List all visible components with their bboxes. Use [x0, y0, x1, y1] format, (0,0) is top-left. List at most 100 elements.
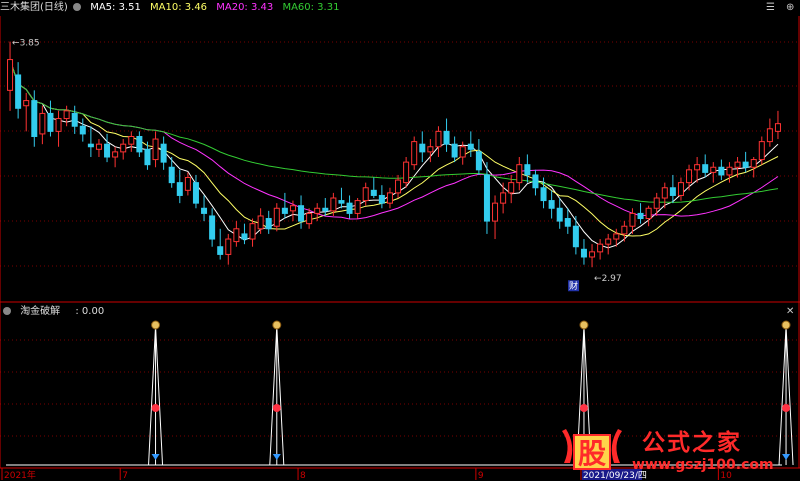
blue-diamond-icon [151, 454, 160, 460]
candle-body [87, 143, 94, 148]
blue-diamond-icon [272, 454, 281, 460]
indicator-name[interactable]: 淘金破解 [20, 306, 60, 317]
candle-body [564, 218, 571, 227]
candle-body [386, 192, 393, 204]
candle [15, 62, 22, 119]
main-chart-header: 三木集团(日线) MA5: 3.51 MA10: 3.46 MA20: 3.43… [0, 1, 345, 15]
indicator-header: 淘金破解 : 0.00 [0, 305, 110, 319]
candle-body [645, 207, 652, 220]
candle-body [669, 187, 676, 196]
low-price-label: ←2.97 [594, 274, 622, 284]
candle [653, 192, 660, 216]
candle-body [524, 164, 531, 176]
gold-ingot-icon [151, 320, 161, 330]
candle-body [483, 174, 490, 222]
candle [750, 157, 757, 178]
candle-body [467, 143, 474, 150]
candle-body [718, 166, 725, 176]
candle [492, 195, 499, 240]
candle-body [637, 212, 644, 220]
candle-body [289, 205, 296, 212]
watermark-url: www.gszj100.com [632, 457, 774, 473]
candle [39, 105, 46, 145]
red-gem-icon [782, 404, 791, 412]
candle [694, 157, 701, 183]
chart-grid [0, 16, 800, 469]
candle-body [475, 151, 482, 171]
gold-ingot-icon [272, 320, 282, 330]
chart-menu-icon[interactable]: ☰ [766, 2, 775, 13]
candle-body [686, 169, 693, 184]
candle-body [694, 164, 701, 171]
candle [23, 92, 30, 132]
candle-body [346, 202, 353, 214]
x-tick-label: 8 [300, 471, 306, 481]
ma60-readout: MA60: 3.31 [282, 2, 340, 13]
candle [55, 110, 62, 147]
candle [580, 239, 587, 265]
ma5-line [9, 59, 779, 249]
candle-body [241, 233, 248, 240]
candle [71, 105, 78, 134]
candle-body [540, 187, 547, 202]
maximize-icon[interactable]: ⊕ [786, 2, 794, 13]
candle-body [136, 135, 143, 153]
candle-body [104, 143, 111, 158]
candle [120, 139, 127, 160]
candle-body [176, 182, 183, 196]
candle [176, 169, 183, 204]
candle [354, 198, 361, 219]
candle-body [168, 166, 175, 184]
candle-body [492, 202, 499, 222]
candle-body [443, 130, 450, 145]
candle-body [281, 207, 288, 214]
candle-body [597, 243, 604, 253]
candle-body [395, 179, 402, 194]
signal-spike [148, 320, 164, 466]
red-gem-icon [579, 404, 588, 412]
candle [774, 110, 781, 140]
candle-body [314, 207, 321, 214]
candle-body [548, 200, 555, 209]
indicator-menu-dot-icon[interactable] [3, 307, 11, 315]
stock-title[interactable]: 三木集团(日线) [0, 2, 68, 13]
signal-spike [269, 320, 285, 466]
finance-badge-label: 财 [569, 280, 578, 292]
candle-body [766, 128, 773, 143]
candle [217, 228, 224, 260]
candle-body [378, 194, 385, 204]
candlestick-series [7, 41, 781, 268]
candle-body [120, 143, 127, 153]
candle-body [39, 112, 46, 135]
candle [702, 154, 709, 178]
candle [556, 198, 563, 229]
ma10-readout: MA10: 3.46 [150, 2, 208, 13]
candle [209, 208, 216, 247]
candle [249, 218, 256, 247]
candle [7, 41, 14, 111]
candle-body [225, 238, 232, 255]
candle-body [47, 112, 54, 132]
candle [475, 139, 482, 175]
candle-body [354, 200, 361, 214]
candle [346, 195, 353, 219]
candle-body [79, 125, 86, 135]
kline-chart-canvas: ←3.85←2.97财 2021年 7 8 9 2021/09/23/四 10 [0, 16, 800, 481]
candle-body [758, 141, 765, 161]
candle [742, 151, 749, 173]
candle [403, 157, 410, 188]
red-gem-icon [272, 404, 281, 412]
candle [766, 118, 773, 147]
settings-dot-icon[interactable] [73, 3, 81, 11]
candle-body [613, 233, 620, 240]
candle-body [459, 146, 466, 158]
candle-body [15, 74, 22, 109]
ma5-readout: MA5: 3.51 [90, 2, 141, 13]
candle [467, 131, 474, 157]
candle-body [201, 207, 208, 214]
candle [548, 190, 555, 219]
indicator-close-icon[interactable]: ✕ [786, 306, 794, 317]
candle-body [774, 123, 781, 132]
candle [95, 139, 102, 157]
candle-body [677, 182, 684, 196]
